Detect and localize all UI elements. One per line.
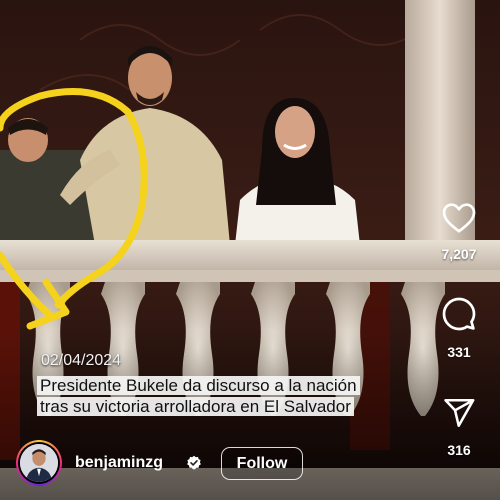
verified-badge-icon (187, 455, 201, 470)
avatar-ring (18, 442, 60, 484)
reel-video[interactable] (0, 0, 500, 500)
avatar[interactable] (16, 440, 62, 486)
post-date: 02/04/2024 (41, 352, 122, 369)
reel-screen: 7,207 331 316 02/04/2024 Presidente Buke… (0, 0, 500, 500)
comment-button[interactable]: 331 (429, 296, 489, 360)
paper-plane-icon (444, 398, 475, 428)
person-icon (20, 444, 58, 482)
comment-count: 331 (447, 344, 471, 360)
like-count: 7,207 (441, 246, 477, 262)
post-caption: Presidente Bukele da discurso a la nació… (37, 375, 377, 417)
avatar-photo (20, 444, 58, 482)
follow-button[interactable]: Follow (221, 447, 303, 480)
like-button[interactable]: 7,207 (429, 200, 489, 262)
speech-bubble-icon (442, 297, 476, 331)
video-frame (0, 0, 500, 500)
caption-text: Presidente Bukele da discurso a la nació… (37, 376, 360, 416)
share-count: 316 (447, 442, 471, 458)
share-button[interactable]: 316 (429, 396, 489, 458)
author-username[interactable]: benjaminzg (75, 454, 163, 472)
heart-outline-icon (442, 203, 476, 233)
